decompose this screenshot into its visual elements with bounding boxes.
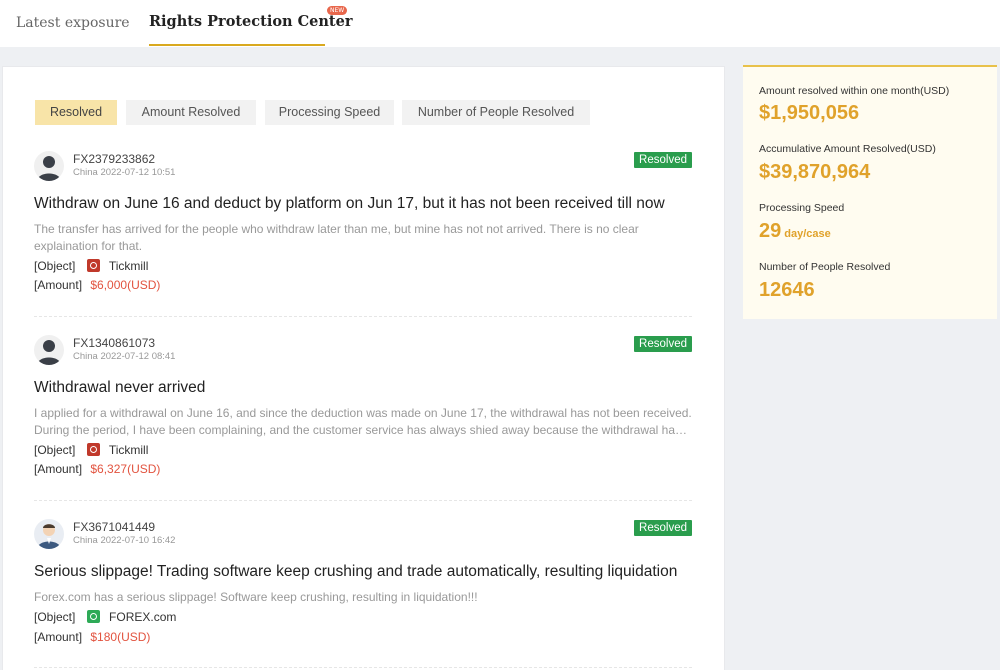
complaint-item[interactable]: FX1340861073 China 2022-07-12 08:41 Reso… xyxy=(34,335,692,505)
amount-label: [Amount] xyxy=(34,630,83,644)
active-tab-indicator xyxy=(149,44,325,46)
top-tab-bar: Latest exposure Rights Protection Center… xyxy=(0,0,1000,47)
people-resolved-value: 12646 xyxy=(759,279,815,301)
amount-row: [Amount] $6,327(USD) xyxy=(34,462,160,476)
status-badge: Resolved xyxy=(634,520,692,536)
object-label: [Object] xyxy=(34,610,76,624)
avatar xyxy=(34,335,64,365)
processing-speed-value: 29 day/case xyxy=(759,220,831,243)
status-badge: Resolved xyxy=(634,336,692,352)
broker-logo-icon xyxy=(86,443,100,456)
broker-name[interactable]: Tickmill xyxy=(109,259,149,273)
user-id: FX3671041449 xyxy=(73,520,156,534)
divider xyxy=(34,500,692,501)
broker-name[interactable]: Tickmill xyxy=(109,443,149,457)
complaint-item[interactable]: FX3671041449 China 2022-07-10 16:42 Reso… xyxy=(34,519,692,670)
complaint-title[interactable]: Serious slippage! Trading software keep … xyxy=(34,563,692,581)
object-row: [Object] Tickmill xyxy=(34,443,148,457)
complaint-title[interactable]: Withdrawal never arrived xyxy=(34,379,692,397)
location-date: China 2022-07-12 10:51 xyxy=(73,167,176,178)
complaint-description: I applied for a withdrawal on June 16, a… xyxy=(34,406,692,437)
user-silhouette-icon xyxy=(37,340,61,365)
amount-value: $6,327(USD) xyxy=(90,462,161,476)
user-avatar-icon xyxy=(37,524,61,549)
people-resolved-label: Number of People Resolved xyxy=(759,261,891,273)
broker-name[interactable]: FOREX.com xyxy=(109,610,176,624)
speed-number: 29 xyxy=(759,220,782,242)
amount-label: [Amount] xyxy=(34,462,83,476)
broker-logo-icon xyxy=(86,259,100,272)
amount-value: $180(USD) xyxy=(90,630,151,644)
resolution-stats-panel: Amount resolved within one month(USD) $1… xyxy=(743,65,997,319)
status-badge: Resolved xyxy=(634,152,692,168)
divider xyxy=(34,316,692,317)
processing-speed-label: Processing Speed xyxy=(759,202,845,214)
user-id: FX1340861073 xyxy=(73,336,156,350)
avatar xyxy=(34,151,64,181)
avatar xyxy=(34,519,64,549)
tab-latest-exposure[interactable]: Latest exposure xyxy=(16,15,130,31)
location-date: China 2022-07-12 08:41 xyxy=(73,351,176,362)
tab-rights-protection-center[interactable]: Rights Protection Center xyxy=(149,13,352,30)
filter-amount-resolved[interactable]: Amount Resolved xyxy=(126,100,256,125)
filter-people-resolved[interactable]: Number of People Resolved xyxy=(402,100,590,125)
object-label: [Object] xyxy=(34,259,76,273)
month-amount-value: $1,950,056 xyxy=(759,102,860,124)
complaint-list-panel: Resolved Amount Resolved Processing Spee… xyxy=(2,66,725,670)
user-id: FX2379233862 xyxy=(73,152,156,166)
filter-resolved[interactable]: Resolved xyxy=(35,100,117,125)
broker-logo-icon xyxy=(86,610,100,623)
speed-unit: day/case xyxy=(784,228,831,240)
complaint-description: The transfer has arrived for the people … xyxy=(34,222,639,253)
user-silhouette-icon xyxy=(37,156,61,181)
total-amount-label: Accumulative Amount Resolved(USD) xyxy=(759,143,936,155)
total-amount-value: $39,870,964 xyxy=(759,161,871,183)
month-amount-label: Amount resolved within one month(USD) xyxy=(759,85,950,97)
complaint-title[interactable]: Withdraw on June 16 and deduct by platfo… xyxy=(34,195,692,213)
amount-row: [Amount] $180(USD) xyxy=(34,630,150,644)
object-label: [Object] xyxy=(34,443,76,457)
amount-row: [Amount] $6,000(USD) xyxy=(34,278,160,292)
location-date: China 2022-07-10 16:42 xyxy=(73,535,176,546)
object-row: [Object] FOREX.com xyxy=(34,610,176,624)
divider xyxy=(34,667,692,668)
complaint-item[interactable]: FX2379233862 China 2022-07-12 10:51 Reso… xyxy=(34,151,692,321)
new-badge: NEW xyxy=(327,6,348,15)
complaint-description: Forex.com has a serious slippage! Softwa… xyxy=(34,590,478,604)
object-row: [Object] Tickmill xyxy=(34,259,148,273)
filter-processing-speed[interactable]: Processing Speed xyxy=(265,100,394,125)
amount-value: $6,000(USD) xyxy=(90,278,161,292)
amount-label: [Amount] xyxy=(34,278,83,292)
